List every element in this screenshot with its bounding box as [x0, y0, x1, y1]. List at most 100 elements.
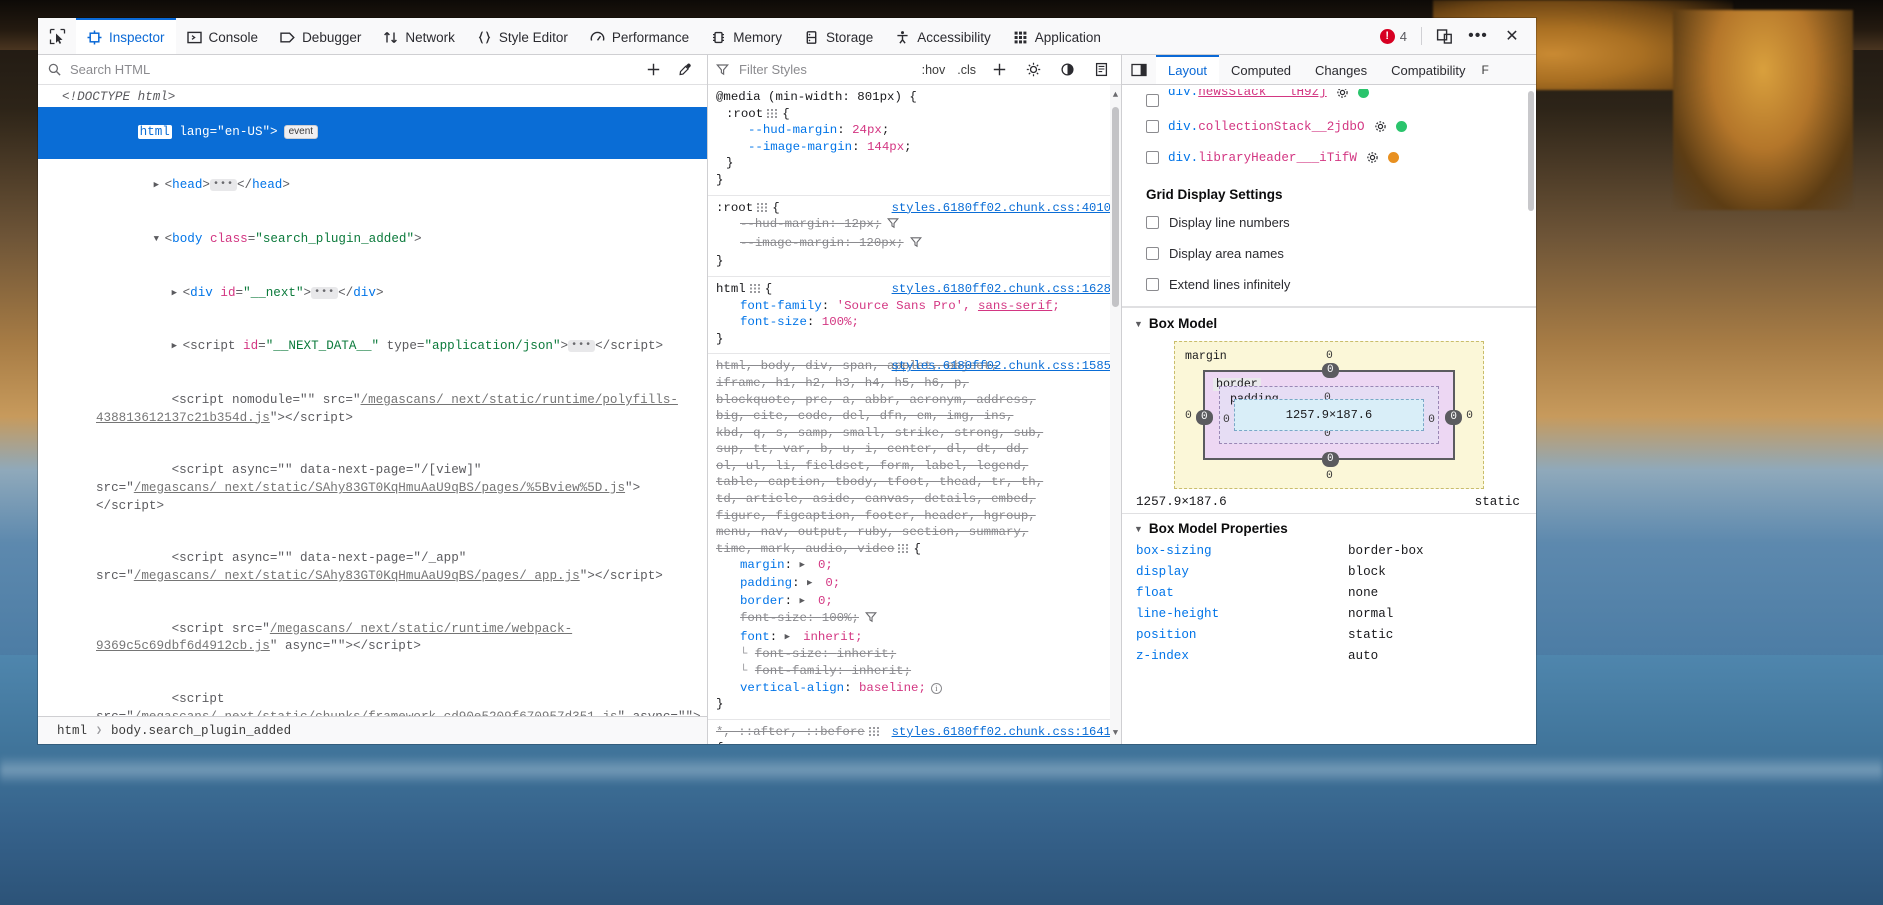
breadcrumb-item-body[interactable]: body.search_plugin_added — [106, 723, 296, 739]
declaration-value[interactable]: inherit; — [852, 664, 912, 678]
tab-memory[interactable]: Memory — [700, 18, 793, 54]
class-panel-toggle[interactable]: .cls — [952, 61, 981, 79]
pseudo-class-toggle[interactable]: :hov — [917, 61, 951, 79]
box-model-properties-header[interactable]: ▼ Box Model Properties — [1122, 513, 1536, 541]
declaration-value[interactable]: 24px — [852, 123, 882, 137]
box-model-padding-box[interactable]: padding 0 0 0 0 1257.9×187.6 — [1219, 386, 1439, 444]
script-src-url[interactable]: /megascans/_next/static/SAhy83GT0KqHmuAa… — [134, 481, 625, 495]
declaration-property[interactable]: --hud-margin — [740, 217, 829, 231]
border-bottom-value[interactable]: 0 — [1322, 452, 1339, 467]
rules-scrollbar-thumb[interactable] — [1112, 107, 1119, 307]
layout-tabs-overflow[interactable]: F — [1478, 55, 1493, 84]
declaration-row[interactable]: padding: ▶ 0; — [716, 575, 1111, 593]
filter-icon[interactable] — [909, 236, 922, 254]
print-media-button[interactable] — [1085, 56, 1117, 84]
markup-row-script-view[interactable]: <script async="" data-next-page="/[view]… — [38, 445, 707, 533]
twisty-icon[interactable]: ▶ — [172, 338, 183, 356]
declaration-row[interactable]: --image-margin: 144px; — [716, 139, 1111, 156]
expand-icon[interactable]: ▶ — [785, 629, 796, 646]
declaration-value[interactable]: 120px — [859, 236, 896, 250]
dark-color-scheme-button[interactable] — [1051, 56, 1083, 84]
filter-styles-input[interactable] — [737, 61, 915, 78]
grid-toggle-icon[interactable] — [767, 107, 778, 118]
rule-source-link[interactable]: styles.6180ff02.chunk.css:1628 — [892, 281, 1111, 298]
ellipsis-icon[interactable]: ••• — [209, 178, 237, 191]
grid-color-swatch[interactable] — [1395, 121, 1407, 132]
setting-display-line-numbers[interactable]: Display line numbers — [1122, 207, 1536, 238]
content-size-label[interactable]: 1257.9×187.6 — [1286, 408, 1372, 422]
margin-right-value[interactable]: 0 — [1466, 410, 1473, 422]
css-rule-root-overridden[interactable]: styles.6180ff02.chunk.css:4010 :root{ --… — [708, 194, 1121, 277]
declaration-row[interactable]: font: ▶ inherit; — [716, 629, 1111, 647]
tab-console[interactable]: Console — [176, 18, 270, 54]
declaration-value[interactable]: inherit; — [803, 630, 863, 644]
tab-style-editor[interactable]: Style Editor — [466, 18, 579, 54]
markup-row-script-app[interactable]: <script async="" data-next-page="/_app" … — [38, 533, 707, 603]
error-count-badge[interactable]: ! 4 — [1372, 28, 1415, 44]
ellipsis-icon[interactable]: ••• — [311, 286, 339, 299]
ellipsis-icon[interactable]: ••• — [568, 340, 596, 353]
light-color-scheme-button[interactable] — [1017, 56, 1049, 84]
element-picker-button[interactable] — [38, 18, 76, 54]
expand-icon[interactable]: ▶ — [800, 557, 811, 574]
declaration-value[interactable]: 0; — [825, 576, 840, 590]
event-badge[interactable]: event — [283, 125, 319, 140]
tab-application[interactable]: Application — [1002, 18, 1112, 54]
markup-row-script-webpack[interactable]: <script src="/megascans/_next/static/run… — [38, 603, 707, 673]
declaration-value[interactable]: 0; — [818, 558, 833, 572]
grid-toggle-icon[interactable] — [749, 282, 761, 293]
tab-storage[interactable]: Storage — [793, 18, 884, 54]
margin-top-value[interactable]: 0 — [1326, 350, 1333, 362]
grid-color-swatch[interactable] — [1357, 89, 1369, 98]
tab-network[interactable]: Network — [372, 18, 466, 54]
box-model-border-box[interactable]: border 0 0 0 0 padding 0 0 0 0 — [1196, 363, 1462, 467]
markup-row-script-framework[interactable]: <script src="/megascans/_next/static/chu… — [38, 674, 707, 716]
info-icon[interactable]: i — [930, 682, 942, 694]
search-input[interactable] — [68, 61, 639, 78]
declaration-row[interactable]: font-size: 100%; — [716, 610, 1111, 629]
declaration-property[interactable]: padding — [740, 576, 792, 590]
script-src-url[interactable]: /megascans/_next/static/SAhy83GT0KqHmuAa… — [134, 569, 580, 583]
display-line-numbers-checkbox[interactable] — [1146, 216, 1159, 229]
declaration-property[interactable]: border — [740, 594, 785, 608]
close-devtools-button[interactable]: ✕ — [1496, 22, 1528, 50]
filter-icon[interactable] — [864, 611, 877, 629]
rules-scrollbar[interactable]: ▲ ▼ — [1110, 85, 1121, 744]
gear-icon[interactable] — [1336, 89, 1349, 99]
tab-inspector[interactable]: Inspector — [76, 18, 176, 54]
tab-compatibility[interactable]: Compatibility — [1379, 55, 1477, 84]
grid-item-libraryheader[interactable]: div.libraryHeader___iTifW — [1146, 142, 1536, 173]
declaration-value[interactable]: 0; — [818, 594, 833, 608]
declaration-row[interactable]: border: ▶ 0; — [716, 593, 1111, 611]
declaration-row[interactable]: font-family: 'Source Sans Pro', sans-ser… — [716, 298, 1111, 315]
css-rule-universal[interactable]: styles.6180ff02.chunk.css:1641 *, ::afte… — [708, 720, 1121, 744]
devtools-settings-menu-button[interactable]: ••• — [1462, 22, 1494, 50]
grid-overlay-checkbox[interactable] — [1146, 93, 1159, 107]
declaration-value[interactable]: inherit; — [837, 647, 897, 661]
declaration-property[interactable]: --hud-margin — [748, 123, 837, 137]
css-rule-reset[interactable]: styles.6180ff02.chunk.css:1585 html, bod… — [708, 354, 1121, 720]
markup-row-html-selected[interactable]: html lang="en-US"> event — [38, 106, 707, 160]
declaration-row-sub[interactable]: └ font-size: inherit; — [716, 646, 1111, 663]
markup-tree[interactable]: <!DOCTYPE html> html lang="en-US"> event … — [38, 85, 707, 716]
display-area-names-checkbox[interactable] — [1146, 247, 1159, 260]
grid-item-collectionstack[interactable]: div.collectionStack__2jdbO — [1146, 111, 1536, 142]
rule-source-link[interactable]: styles.6180ff02.chunk.css:1641 — [892, 724, 1111, 741]
margin-left-value[interactable]: 0 — [1185, 410, 1192, 422]
declaration-row[interactable]: --image-margin: 120px; — [716, 235, 1111, 254]
grid-toggle-icon[interactable] — [898, 542, 909, 553]
twisty-icon[interactable]: ▶ — [172, 285, 183, 303]
tab-changes[interactable]: Changes — [1303, 55, 1379, 84]
setting-display-area-names[interactable]: Display area names — [1122, 238, 1536, 269]
expand-icon[interactable]: ▶ — [807, 575, 818, 592]
declaration-row[interactable]: font-size: 100%; — [716, 314, 1111, 331]
declaration-row[interactable]: margin: ▶ 0; — [716, 557, 1111, 575]
declaration-value[interactable]: 12px — [844, 217, 874, 231]
box-model-section-header[interactable]: ▼ Box Model — [1122, 307, 1536, 337]
rule-selector-line[interactable]: html, body, div, span, applet, object, i… — [716, 358, 1046, 557]
add-new-rule-button[interactable] — [983, 56, 1015, 84]
expand-icon[interactable]: ▶ — [800, 593, 811, 610]
declaration-property[interactable]: font-size — [740, 611, 807, 625]
scroll-down-arrow-icon[interactable]: ▼ — [1111, 725, 1120, 742]
declaration-property[interactable]: --image-margin — [740, 236, 844, 250]
